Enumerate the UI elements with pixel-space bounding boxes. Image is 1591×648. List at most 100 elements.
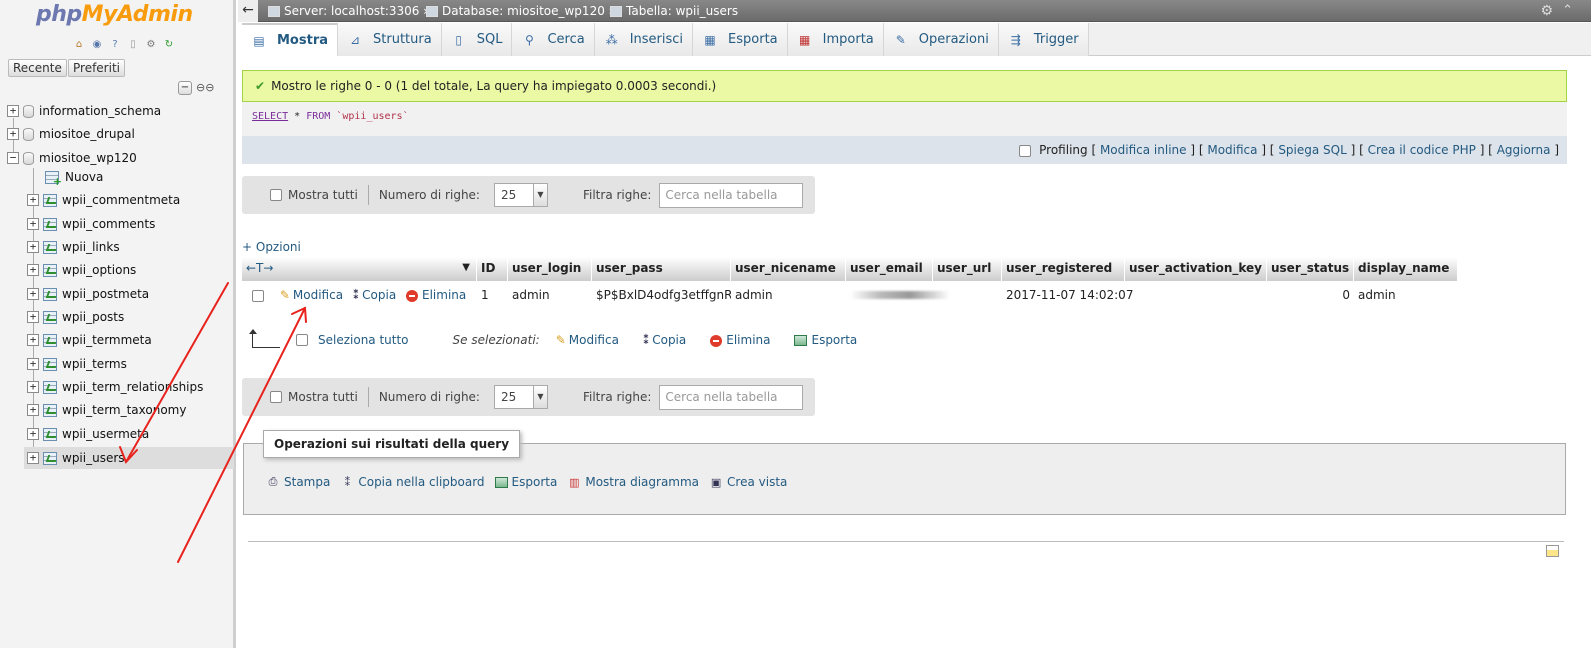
table-name[interactable]: wpii_links — [62, 240, 120, 254]
phpmyadmin-logo[interactable]: phpMyAdmin — [36, 2, 193, 27]
display-chart-label[interactable]: Mostra diagramma — [585, 475, 699, 489]
breadcrumb-server[interactable]: Server: localhost:3306 » — [268, 0, 431, 22]
back-arrow-icon[interactable]: ← — [238, 0, 258, 22]
sort-dropdown-icon[interactable]: ▼ — [462, 257, 470, 279]
tab-sql[interactable]: ▯ SQL — [441, 23, 513, 56]
show-all-checkbox[interactable] — [270, 391, 282, 403]
table-item[interactable]: + wpii_options — [27, 260, 136, 280]
bulk-delete-button[interactable]: Elimina — [710, 333, 770, 347]
table-name[interactable]: wpii_comments — [62, 217, 155, 231]
column-header[interactable]: user_status — [1267, 257, 1354, 281]
table-item[interactable]: + wpii_links — [27, 237, 120, 257]
edit-query-link[interactable]: Modifica — [1207, 143, 1257, 157]
inline-edit-link[interactable]: Modifica inline — [1100, 143, 1187, 157]
table-item[interactable]: + wpii_usermeta — [27, 424, 149, 444]
table-name[interactable]: wpii_options — [62, 263, 136, 277]
breadcrumb-table[interactable]: Tabella: wpii_users — [610, 0, 738, 22]
column-header[interactable]: display_name — [1354, 257, 1458, 281]
copy-label[interactable]: Copia — [362, 288, 396, 302]
home-icon[interactable]: ⌂ — [72, 38, 86, 51]
new-table-label[interactable]: Nuova — [65, 170, 103, 184]
select-all-link[interactable]: Seleziona tutto — [318, 333, 409, 347]
filter-rows-input[interactable]: Cerca nella tabella — [659, 182, 804, 208]
db-name[interactable]: miositoe_wp120 — [39, 151, 137, 165]
print-label[interactable]: Stampa — [284, 475, 330, 489]
db-item-information-schema[interactable]: + information_schema — [7, 101, 161, 121]
row-delete-link[interactable]: Elimina — [406, 288, 466, 302]
console-note-icon[interactable] — [1546, 545, 1559, 557]
bulk-copy-label[interactable]: Copia — [652, 333, 686, 347]
column-header[interactable]: user_nicename — [731, 257, 846, 281]
tab-export[interactable]: ▦ Esporta — [693, 23, 788, 56]
table-item[interactable]: + wpii_term_relationships — [27, 377, 203, 397]
table-item[interactable]: + wpii_terms — [27, 354, 127, 374]
expand-icon[interactable]: + — [27, 404, 39, 416]
expand-icon[interactable]: + — [27, 218, 39, 230]
column-arrows-icon[interactable]: ←T→ — [246, 261, 273, 275]
create-view-link[interactable]: ▣ Crea vista — [709, 475, 788, 489]
expand-icon[interactable]: + — [27, 311, 39, 323]
expand-icon[interactable]: + — [27, 241, 39, 253]
column-header[interactable]: user_registered — [1002, 257, 1125, 281]
cell-user-email[interactable] — [846, 283, 950, 309]
create-view-label[interactable]: Crea vista — [727, 475, 787, 489]
column-header[interactable]: user_url — [933, 257, 1002, 281]
rows-select[interactable]: 25 ▼ — [493, 183, 548, 207]
bulk-edit-button[interactable]: ✎ Modifica — [556, 333, 619, 347]
column-header[interactable]: ID — [477, 257, 508, 281]
table-item[interactable]: + wpii_termmeta — [27, 330, 152, 350]
table-name[interactable]: wpii_term_relationships — [62, 380, 203, 394]
cell-user-login[interactable]: admin — [508, 283, 592, 309]
docs-icon[interactable]: ▯ — [126, 38, 140, 51]
table-name[interactable]: wpii_posts — [62, 310, 124, 324]
export-label[interactable]: Esporta — [512, 475, 558, 489]
db-item-miositoe-wp120[interactable]: − miositoe_wp120 — [7, 148, 137, 168]
db-item-miositoe-drupal[interactable]: + miositoe_drupal — [7, 124, 135, 144]
expand-icon[interactable]: + — [27, 194, 39, 206]
sql-keyword-select[interactable]: SELECT — [252, 111, 288, 122]
table-name[interactable]: wpii_terms — [62, 357, 127, 371]
show-all-label[interactable]: Mostra tutti — [288, 188, 358, 202]
copy-clipboard-label[interactable]: Copia nella clipboard — [358, 475, 484, 489]
expand-icon[interactable]: + — [7, 105, 19, 117]
copy-clipboard-link[interactable]: ⁑ Copia nella clipboard — [340, 475, 485, 489]
table-item[interactable]: + wpii_term_taxonomy — [27, 400, 186, 420]
expand-icon[interactable]: + — [27, 428, 39, 440]
breadcrumb-database[interactable]: Database: miositoe_wp120 » — [426, 0, 616, 22]
column-header[interactable]: user_login — [508, 257, 592, 281]
tab-import[interactable]: ▦ Importa — [787, 23, 884, 56]
breadcrumb-server-label[interactable]: Server: localhost:3306 » — [284, 0, 431, 22]
explain-sql-link[interactable]: Spiega SQL — [1278, 143, 1346, 157]
column-header[interactable]: user_pass — [592, 257, 731, 281]
new-table-item[interactable]: Nuova — [45, 167, 103, 188]
display-chart-link[interactable]: ▥ Mostra diagramma — [567, 475, 699, 489]
recent-button[interactable]: Recente — [8, 59, 67, 77]
cell-display-name[interactable]: admin — [1354, 283, 1458, 309]
bulk-export-button[interactable]: Esporta — [794, 333, 857, 347]
expand-icon[interactable]: + — [27, 264, 39, 276]
tab-triggers[interactable]: ⇶ Trigger — [998, 23, 1089, 56]
table-item-selected[interactable]: + wpii_users — [27, 448, 125, 468]
column-header[interactable]: user_activation_key — [1125, 257, 1267, 281]
table-name[interactable]: wpii_term_taxonomy — [62, 403, 186, 417]
row-checkbox[interactable] — [252, 289, 264, 302]
table-name[interactable]: wpii_usermeta — [62, 427, 149, 441]
show-all-checkbox[interactable] — [270, 189, 282, 201]
expand-icon[interactable]: + — [27, 381, 39, 393]
link-with-main-icon[interactable]: ⊖⊖ — [196, 81, 214, 94]
logout-icon[interactable]: ◉ — [90, 38, 104, 51]
bulk-copy-button[interactable]: ⁑ Copia — [643, 333, 686, 347]
refresh-link[interactable]: Aggiorna — [1497, 143, 1551, 157]
create-php-code-link[interactable]: Crea il codice PHP — [1368, 143, 1476, 157]
row-copy-link[interactable]: ⁑ Copia — [353, 288, 396, 302]
collapse-all-button[interactable]: − — [178, 81, 192, 95]
expand-icon[interactable]: + — [27, 452, 39, 464]
filter-rows-input[interactable]: Cerca nella tabella — [659, 384, 804, 410]
sql-query-display[interactable]: SELECT * FROM `wpii_users` — [242, 102, 1567, 136]
bulk-edit-label[interactable]: Modifica — [569, 333, 619, 347]
table-name[interactable]: wpii_termmeta — [62, 333, 152, 347]
table-name[interactable]: wpii_users — [62, 451, 125, 465]
tab-insert[interactable]: ⁂ Inserisci — [594, 23, 694, 56]
expand-icon[interactable]: + — [27, 334, 39, 346]
tab-browse[interactable]: ▤ Mostra — [242, 23, 339, 56]
